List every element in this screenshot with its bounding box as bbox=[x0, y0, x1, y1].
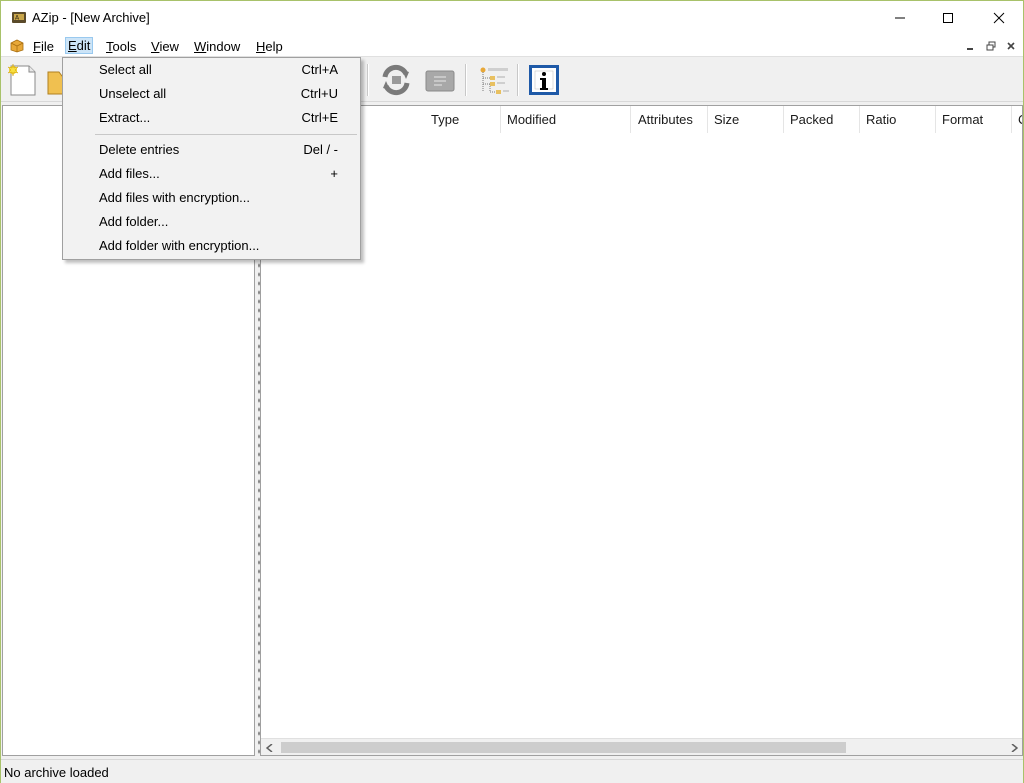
column-header-ratio[interactable]: Ratio bbox=[860, 106, 936, 133]
recompress-icon bbox=[382, 64, 410, 96]
scrollbar-thumb[interactable] bbox=[281, 742, 846, 753]
status-bar: No archive loaded bbox=[1, 759, 1023, 783]
maximize-icon bbox=[943, 13, 953, 23]
menu-item-unselect-all[interactable]: Unselect all Ctrl+U bbox=[63, 82, 360, 106]
column-header-size[interactable]: Size bbox=[708, 106, 784, 133]
menu-help[interactable]: Help bbox=[254, 38, 285, 55]
new-archive-icon bbox=[7, 63, 36, 96]
menu-item-shortcut: Ctrl+A bbox=[301, 62, 338, 77]
menu-tools[interactable]: Tools bbox=[104, 38, 138, 55]
azip-app-icon: A bbox=[11, 10, 27, 24]
menu-item-shortcut: Ctrl+U bbox=[300, 86, 338, 101]
menu-item-label: Add files with encryption... bbox=[99, 190, 251, 205]
test-archive-icon bbox=[425, 70, 455, 92]
close-button[interactable] bbox=[976, 1, 1022, 35]
window-title: AZip - [New Archive] bbox=[32, 10, 150, 25]
menu-item-add-files[interactable]: Add files... + bbox=[63, 162, 360, 186]
menu-item-label: Add folder with encryption... bbox=[99, 238, 260, 253]
column-header-type[interactable]: Type bbox=[425, 106, 501, 133]
new-archive-button[interactable] bbox=[5, 62, 41, 98]
title-bar: A AZip - [New Archive] bbox=[1, 1, 1023, 35]
test-archive-button[interactable] bbox=[422, 62, 458, 98]
scroll-right-arrow-icon[interactable] bbox=[1005, 739, 1022, 755]
menu-file[interactable]: File bbox=[31, 38, 56, 55]
tree-view-button[interactable] bbox=[476, 62, 512, 98]
column-header-packed[interactable]: Packed bbox=[784, 106, 860, 133]
edit-menu-dropdown: Select all Ctrl+A Unselect all Ctrl+U Ex… bbox=[62, 57, 361, 260]
list-header: Type Modified Attributes Size Packed Rat… bbox=[261, 106, 1022, 133]
scroll-left-arrow-icon[interactable] bbox=[261, 739, 278, 755]
menu-item-add-folder-encryption[interactable]: Add folder with encryption... bbox=[63, 234, 360, 258]
minimize-button[interactable] bbox=[877, 1, 923, 35]
mdi-window-controls bbox=[963, 38, 1019, 54]
menu-item-label: Add files... bbox=[99, 166, 160, 181]
minimize-icon bbox=[967, 48, 973, 50]
recompress-button[interactable] bbox=[378, 62, 414, 98]
menu-item-delete-entries[interactable]: Delete entries Del / - bbox=[63, 138, 360, 162]
menu-window[interactable]: Window bbox=[192, 38, 242, 55]
properties-button[interactable] bbox=[526, 62, 562, 98]
mdi-minimize-button[interactable] bbox=[963, 38, 979, 54]
menu-item-label: Extract... bbox=[99, 110, 151, 125]
toolbar-separator bbox=[517, 64, 519, 96]
menu-separator bbox=[95, 134, 357, 135]
minimize-icon bbox=[895, 17, 905, 19]
restore-icon bbox=[986, 41, 996, 51]
menu-item-shortcut: + bbox=[330, 166, 338, 181]
horizontal-scrollbar[interactable] bbox=[261, 738, 1022, 755]
menu-item-label: Unselect all bbox=[99, 86, 167, 101]
column-header-next[interactable]: C bbox=[1012, 106, 1022, 133]
menu-item-label: Add folder... bbox=[99, 214, 169, 229]
menu-item-shortcut: Ctrl+E bbox=[301, 110, 338, 125]
column-header-attributes[interactable]: Attributes bbox=[632, 106, 708, 133]
menu-view[interactable]: View bbox=[149, 38, 181, 55]
toolbar-separator bbox=[465, 64, 467, 96]
tree-view-icon bbox=[480, 67, 509, 94]
archive-box-icon[interactable] bbox=[9, 38, 25, 53]
close-icon bbox=[1007, 42, 1015, 50]
mdi-close-button[interactable] bbox=[1003, 38, 1019, 54]
maximize-button[interactable] bbox=[925, 1, 971, 35]
mdi-restore-button[interactable] bbox=[983, 38, 999, 54]
menu-item-add-folder[interactable]: Add folder... bbox=[63, 210, 360, 234]
menu-bar: File Edit Tools View Window Help bbox=[1, 35, 1023, 57]
menu-item-label: Select all bbox=[99, 62, 152, 77]
status-text: No archive loaded bbox=[4, 765, 109, 780]
toolbar-separator bbox=[367, 64, 369, 96]
properties-icon bbox=[529, 65, 559, 95]
archive-entries-list[interactable]: Type Modified Attributes Size Packed Rat… bbox=[260, 105, 1023, 756]
menu-item-select-all[interactable]: Select all Ctrl+A bbox=[63, 58, 360, 82]
menu-item-shortcut: Del / - bbox=[303, 142, 338, 157]
menu-edit[interactable]: Edit bbox=[65, 37, 94, 54]
close-icon bbox=[993, 12, 1005, 24]
menu-item-extract[interactable]: Extract... Ctrl+E bbox=[63, 106, 360, 130]
column-header-modified[interactable]: Modified bbox=[501, 106, 631, 133]
column-header-format[interactable]: Format bbox=[936, 106, 1012, 133]
menu-item-add-files-encryption[interactable]: Add files with encryption... bbox=[63, 186, 360, 210]
menu-item-label: Delete entries bbox=[99, 142, 180, 157]
app-window: A AZip - [New Archive] File Edit Tools V… bbox=[0, 0, 1024, 783]
